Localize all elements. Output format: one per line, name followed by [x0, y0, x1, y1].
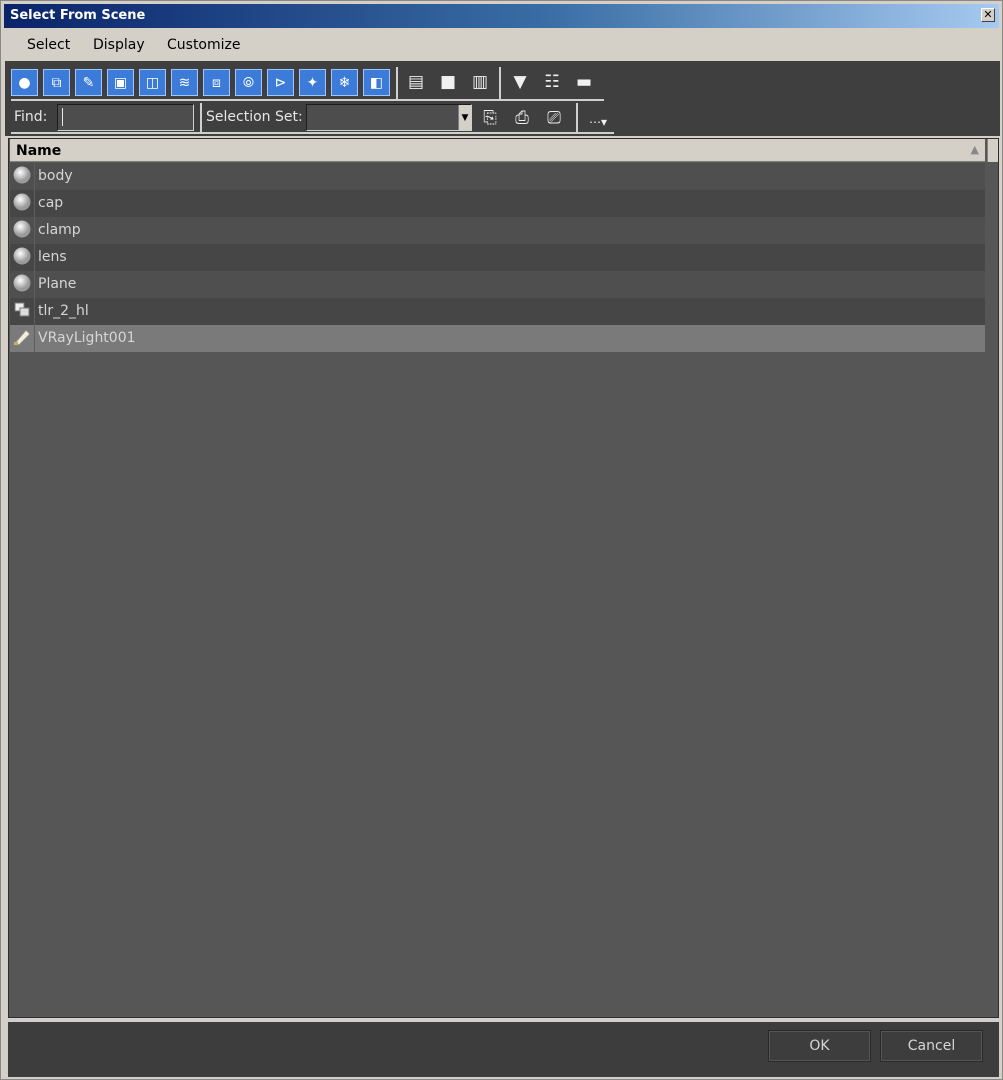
- text-caret: [62, 108, 63, 126]
- hide-toolbar-icon[interactable]: ▬: [571, 69, 597, 95]
- select-children-icon[interactable]: ⎘: [477, 105, 503, 131]
- space-warps-icon[interactable]: ≋: [171, 69, 198, 96]
- lights-icon[interactable]: ✎: [75, 69, 102, 96]
- column-header-label: Name: [16, 143, 62, 159]
- select-dependents-icon[interactable]: ⎙: [509, 105, 535, 131]
- toolbar-separator: [576, 103, 578, 133]
- toolbar-separator: [499, 67, 501, 99]
- dialog-button-bar: OK Cancel: [8, 1020, 999, 1077]
- select-from-scene-dialog: Select From Scene ✕ Select Display Custo…: [0, 0, 1003, 1080]
- display-all-icon[interactable]: ▤: [403, 69, 429, 95]
- close-button[interactable]: ✕: [981, 8, 995, 22]
- selection-set-dropdown[interactable]: ▼: [306, 104, 472, 131]
- column-separator: [34, 217, 35, 244]
- list-item-selected[interactable]: VRayLight001: [10, 325, 985, 352]
- toolbar-separator: [396, 67, 398, 99]
- object-name: lens: [38, 249, 67, 265]
- list-item[interactable]: clamp: [10, 217, 985, 244]
- toolbar-divider: [11, 99, 604, 101]
- shapes-icon[interactable]: ⧉: [43, 69, 70, 96]
- title-bar[interactable]: Select From Scene ✕: [4, 4, 999, 28]
- xrefs-icon[interactable]: ⦾: [235, 69, 262, 96]
- object-name: VRayLight001: [38, 330, 136, 346]
- helpers-icon[interactable]: ◫: [139, 69, 166, 96]
- list-item[interactable]: body: [10, 163, 985, 190]
- menu-select[interactable]: Select: [27, 37, 70, 53]
- group-icon: [14, 302, 30, 317]
- cameras-icon[interactable]: ▣: [107, 69, 134, 96]
- ok-button[interactable]: OK: [768, 1030, 871, 1062]
- bones-icon[interactable]: ⊳: [267, 69, 294, 96]
- object-name: tlr_2_hl: [38, 303, 89, 319]
- filter-options-icon[interactable]: ☷: [539, 69, 565, 95]
- window-title: Select From Scene: [10, 8, 146, 23]
- geometry-icon[interactable]: ●: [11, 69, 38, 96]
- light-icon: [14, 329, 31, 346]
- select-influences-icon[interactable]: ⎚: [541, 105, 567, 131]
- column-header-name[interactable]: Name ▲: [10, 139, 985, 162]
- geometry-icon: [13, 166, 31, 184]
- column-separator: [34, 325, 35, 352]
- find-input[interactable]: [57, 104, 194, 131]
- containers-icon[interactable]: ✦: [299, 69, 326, 96]
- column-separator: [34, 271, 35, 298]
- column-separator: [34, 244, 35, 271]
- object-name: clamp: [38, 222, 81, 238]
- filter-icon[interactable]: ▼: [507, 69, 533, 95]
- object-name: body: [38, 168, 73, 184]
- geometry-icon: [13, 193, 31, 211]
- object-name: cap: [38, 195, 64, 211]
- find-label: Find:: [14, 109, 48, 125]
- display-invert-icon[interactable]: ▥: [467, 69, 493, 95]
- toolbar-separator: [200, 103, 202, 133]
- geometry-icon: [13, 220, 31, 238]
- geometry-icon: [13, 274, 31, 292]
- list-item[interactable]: tlr_2_hl: [10, 298, 985, 325]
- selection-set-label: Selection Set:: [206, 109, 303, 125]
- frozen-icon[interactable]: ❄: [331, 69, 358, 96]
- hidden-icon[interactable]: ◧: [363, 69, 390, 96]
- list-item[interactable]: cap: [10, 190, 985, 217]
- display-none-icon[interactable]: ■: [435, 69, 461, 95]
- column-separator: [34, 190, 35, 217]
- menu-display[interactable]: Display: [93, 37, 145, 53]
- toolbar-divider: [11, 132, 614, 134]
- cancel-button[interactable]: Cancel: [880, 1030, 983, 1062]
- object-name: Plane: [38, 276, 77, 292]
- list-item[interactable]: Plane: [10, 271, 985, 298]
- scrollbar-corner: [987, 139, 998, 162]
- sort-ascending-icon: ▲: [970, 143, 979, 156]
- scene-object-list: Name ▲ body cap clamp lens Plane tlr_2_h…: [8, 138, 999, 1018]
- list-item[interactable]: lens: [10, 244, 985, 271]
- column-separator: [34, 163, 35, 190]
- menu-bar: Select Display Customize: [4, 31, 999, 59]
- column-separator: [34, 298, 35, 325]
- chevron-down-icon[interactable]: ▼: [458, 105, 471, 130]
- toolbar-panel: ● ⧉ ✎ ▣ ◫ ≋ ⧈ ⦾ ⊳ ✦ ❄ ◧ ▤ ■ ▥ ▼ ☷ ▬ Find…: [5, 61, 1000, 136]
- geometry-icon: [13, 247, 31, 265]
- groups-icon[interactable]: ⧈: [203, 69, 230, 96]
- menu-customize[interactable]: Customize: [167, 37, 241, 53]
